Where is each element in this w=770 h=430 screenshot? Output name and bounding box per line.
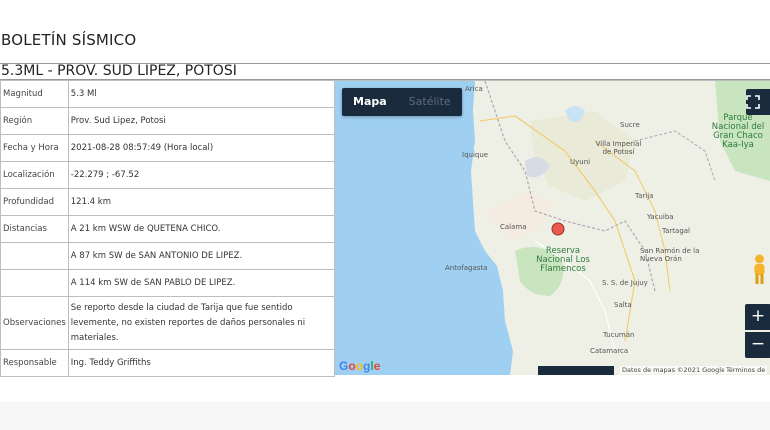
region-value: Prov. Sud Lipez, Potosi [67, 107, 336, 135]
observations-value: Se reporto desde la ciudad de Tarija que… [67, 296, 336, 350]
footer-band [0, 402, 770, 430]
map-label-jujuy: S. S. de Jujuy [602, 279, 648, 287]
map-label-yacuiba: Yacuiba [647, 213, 674, 221]
fullscreen-button[interactable] [746, 89, 770, 115]
table-row: Distancias A 21 km WSW de QUETENA CHICO. [0, 215, 336, 243]
distances-label: Distancias [0, 215, 69, 243]
map-label-uyuni: Uyuni [570, 158, 591, 166]
table-row: Localización -22.279 ; -67.52 [0, 161, 336, 189]
table-row: Región Prov. Sud Lipez, Potosi [0, 107, 336, 135]
distances-empty-cell [0, 242, 69, 270]
distance-value-2: A 87 km SW de SAN ANTONIO DE LIPEZ. [67, 242, 336, 270]
page-title: BOLETÍN SÍSMICO [1, 31, 137, 49]
depth-label: Profundidad [0, 188, 69, 216]
epicenter-map[interactable]: Arica Iquique Uyuni Villa Imperial de Po… [335, 80, 770, 375]
map-label-antofagasta: Antofagasta [445, 264, 488, 272]
bulletin-table: Magnitud 5.3 Ml Región Prov. Sud Lipez, … [0, 80, 336, 377]
table-row: Profundidad 121.4 km [0, 188, 336, 216]
depth-value: 121.4 km [67, 188, 336, 216]
event-title: 5.3ML - PROV. SUD LIPEZ, POTOSI [1, 63, 237, 79]
magnitude-value: 5.3 Ml [67, 80, 336, 108]
distances-empty-cell [0, 269, 69, 297]
map-label-catamarca: Catamarca [590, 347, 629, 355]
map-label-calama: Calama [500, 223, 527, 231]
region-label: Región [0, 107, 69, 135]
table-row: Magnitud 5.3 Ml [0, 80, 336, 108]
map-label-arica: Arica [465, 85, 483, 93]
location-label: Localización [0, 161, 69, 189]
table-row: Fecha y Hora 2021-08-28 08:57:49 (Hora l… [0, 134, 336, 162]
magnitude-label: Magnitud [0, 80, 69, 108]
table-row: Observaciones Se reporto desde la ciudad… [0, 296, 336, 350]
distance-value-3: A 114 km SW de SAN PABLO DE LIPEZ. [67, 269, 336, 297]
map-label-tartagal: Tartagal [662, 227, 690, 235]
observations-label: Observaciones [0, 296, 69, 350]
map-label-chaco-park: Parque Nacional del Gran Chaco Kaa-Iya [711, 113, 765, 150]
map-type-toggle: Mapa Satélite [342, 88, 462, 116]
google-logo: Google [339, 359, 381, 373]
responsible-label: Responsable [0, 349, 69, 377]
zoom-in-button[interactable]: + [745, 304, 770, 330]
distance-value-1: A 21 km WSW de QUETENA CHICO. [67, 215, 336, 243]
map-label-tarija: Tarija [635, 192, 654, 200]
datetime-label: Fecha y Hora [0, 134, 69, 162]
map-label-salta: Salta [614, 301, 632, 309]
table-row: A 114 km SW de SAN PABLO DE LIPEZ. [0, 269, 336, 297]
keyboard-shortcuts-button[interactable] [538, 366, 614, 375]
location-value: -22.279 ; -67.52 [67, 161, 336, 189]
epicenter-marker [551, 222, 565, 236]
map-attribution: Datos de mapas ©2021 Google [620, 366, 728, 374]
responsible-value: Ing. Teddy Griffiths [67, 349, 336, 377]
map-label-oran: San Ramón de la Nueva Orán [640, 247, 700, 263]
map-label-villa-imperial: Villa Imperial de Potosí [595, 140, 642, 156]
map-type-map-button[interactable]: Mapa [342, 88, 398, 116]
table-row: A 87 km SW de SAN ANTONIO DE LIPEZ. [0, 242, 336, 270]
map-label-reserva: Reserva Nacional Los Flamencos [536, 246, 590, 274]
terms-link[interactable]: Términos de [724, 366, 768, 374]
map-label-iquique: Iquique [462, 151, 489, 159]
zoom-out-button[interactable]: − [745, 332, 770, 358]
street-view-pegman-icon[interactable] [749, 253, 770, 285]
map-label-tucuman: Tucumán [603, 331, 635, 339]
table-row: Responsable Ing. Teddy Griffiths [0, 349, 336, 377]
map-label-sucre: Sucre [620, 121, 640, 129]
datetime-value: 2021-08-28 08:57:49 (Hora local) [67, 134, 336, 162]
map-type-satellite-button[interactable]: Satélite [398, 88, 462, 116]
fullscreen-icon [746, 95, 760, 109]
